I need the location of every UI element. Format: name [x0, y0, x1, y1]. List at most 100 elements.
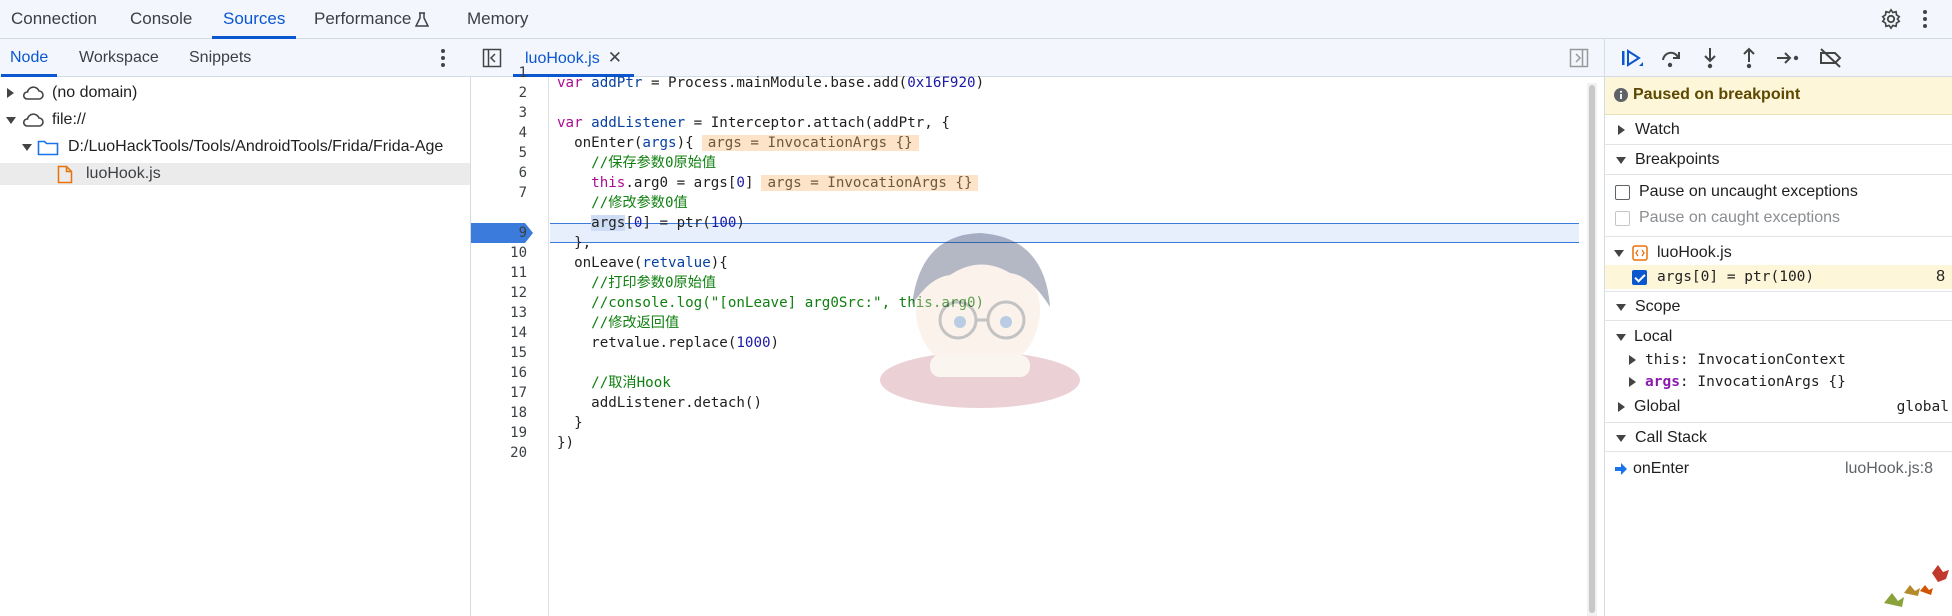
scope-var-args[interactable]: args: InvocationArgs {}	[1605, 370, 1952, 394]
section-title: Call Stack	[1635, 429, 1708, 446]
line-number[interactable]: 13	[471, 303, 527, 323]
step-icon[interactable]	[1775, 46, 1801, 70]
step-out-icon[interactable]	[1736, 46, 1762, 70]
editor-tab-luohook[interactable]: luoHook.js ✕	[513, 39, 634, 77]
line-number[interactable]: 2	[471, 83, 527, 103]
line-number[interactable]: 16	[471, 363, 527, 383]
section-title: Watch	[1635, 121, 1680, 138]
deactivate-breakpoints-icon[interactable]	[1818, 46, 1844, 70]
watch-section-header[interactable]: Watch	[1605, 115, 1952, 145]
close-tab-icon[interactable]: ✕	[608, 48, 622, 67]
editor-scrollbar-thumb[interactable]	[1589, 85, 1595, 613]
pause-caught-checkbox[interactable]	[1615, 211, 1630, 226]
pause-uncaught-option[interactable]: Pause on uncaught exceptions	[1605, 180, 1952, 204]
line-number[interactable]: 17	[471, 383, 527, 403]
panel-tab-bar: Connection Console Sources Performance M…	[0, 0, 1952, 39]
line-number[interactable]: 10	[471, 243, 527, 263]
tab-performance[interactable]: Performance	[303, 0, 440, 38]
line-number[interactable]: 14	[471, 323, 527, 343]
expand-arrow-icon[interactable]	[7, 88, 14, 98]
code-line: onLeave(retvalue){	[557, 255, 728, 271]
tree-label: D:/LuoHackTools/Tools/AndroidTools/Frida…	[68, 138, 444, 155]
line-number[interactable]: 7	[471, 183, 527, 203]
tab-sources[interactable]: Sources	[212, 0, 297, 39]
nav-tab-workspace[interactable]: Workspace	[70, 39, 168, 76]
code-line: var addPtr = Process.mainModule.base.add…	[557, 75, 985, 91]
cloud-icon	[22, 113, 44, 127]
breakpoint-file-name: luoHook.js	[1657, 244, 1732, 261]
navigator-more-icon[interactable]	[440, 48, 446, 68]
pause-uncaught-checkbox[interactable]	[1615, 185, 1630, 200]
pause-caught-option[interactable]: Pause on caught exceptions	[1605, 206, 1952, 230]
scope-label: Local	[1634, 328, 1673, 345]
line-number[interactable]: 4	[471, 123, 527, 143]
step-over-icon[interactable]	[1658, 46, 1684, 70]
line-number[interactable]: 11	[471, 263, 527, 283]
collapse-arrow-icon[interactable]	[22, 144, 32, 151]
line-number[interactable]: 12	[471, 283, 527, 303]
nav-tab-label: Node	[10, 49, 49, 66]
scope-var-this[interactable]: this: InvocationContext	[1605, 348, 1952, 372]
scope-global[interactable]: Global global	[1605, 395, 1952, 419]
expand-arrow-icon	[1629, 377, 1636, 387]
code-comment: //保存参数0原始值	[557, 155, 717, 171]
call-stack-section-header[interactable]: Call Stack	[1605, 422, 1952, 452]
file-icon	[57, 165, 73, 184]
collapse-arrow-icon[interactable]	[6, 117, 16, 124]
tab-label: Sources	[223, 9, 286, 28]
editor-tab-bar: luoHook.js ✕	[471, 39, 1604, 77]
info-icon	[1614, 88, 1628, 102]
folder-icon	[37, 140, 59, 156]
breakpoints-section-header[interactable]: Breakpoints	[1605, 145, 1952, 175]
line-number[interactable]: 1	[471, 63, 527, 83]
scope-local[interactable]: Local	[1605, 325, 1952, 349]
code-line: var addListener = Interceptor.attach(add…	[557, 115, 950, 131]
section-title: Breakpoints	[1635, 151, 1720, 168]
tab-memory[interactable]: Memory	[456, 0, 539, 38]
code-line-current: args[0] = ptr(100)	[591, 215, 745, 231]
tab-label: Memory	[467, 9, 529, 28]
line-number[interactable]: 19	[471, 423, 527, 443]
scope-label: Global	[1634, 398, 1681, 415]
line-number[interactable]: 15	[471, 343, 527, 363]
line-number[interactable]: 8	[471, 203, 527, 223]
toggle-debugger-icon[interactable]	[1569, 48, 1589, 68]
breakpoint-enabled-checkbox[interactable]	[1632, 270, 1647, 285]
tree-item-file-origin[interactable]: file://	[0, 109, 470, 131]
resume-icon[interactable]	[1619, 46, 1645, 70]
debugger-toolbar	[1605, 39, 1952, 77]
collapse-arrow-icon	[1614, 250, 1624, 257]
line-number[interactable]: 6	[471, 163, 527, 183]
scope-section-header[interactable]: Scope	[1605, 291, 1952, 321]
step-into-icon[interactable]	[1697, 46, 1723, 70]
variable-name: this	[1645, 352, 1680, 368]
tab-connection[interactable]: Connection	[0, 0, 108, 38]
call-frame-onenter[interactable]: onEnter luoHook.js:8	[1605, 457, 1952, 481]
collapse-arrow-icon	[1616, 435, 1626, 442]
call-frame-location[interactable]: luoHook.js:8	[1845, 457, 1933, 481]
breakpoint-entry[interactable]: args[0] = ptr(100) 8	[1605, 265, 1952, 289]
line-number[interactable]: 3	[471, 103, 527, 123]
variable-value: InvocationArgs {}	[1697, 374, 1846, 390]
tab-console[interactable]: Console	[119, 0, 203, 38]
settings-gear-icon[interactable]	[1880, 8, 1902, 30]
tree-item-folder[interactable]: D:/LuoHackTools/Tools/AndroidTools/Frida…	[0, 136, 470, 158]
tree-item-no-domain[interactable]: (no domain)	[0, 82, 470, 104]
breakpoint-file-group[interactable]: luoHook.js	[1605, 241, 1952, 265]
variable-name: args	[1645, 374, 1680, 390]
nav-tab-snippets[interactable]: Snippets	[180, 39, 260, 76]
debugger-sidebar: Paused on breakpoint Watch Breakpoints P…	[1604, 39, 1952, 616]
line-number[interactable]: 20	[471, 443, 527, 463]
navigator-tabs: Node Workspace Snippets	[0, 39, 471, 77]
line-number[interactable]: 18	[471, 403, 527, 423]
collapse-arrow-icon	[1616, 334, 1626, 341]
line-number[interactable]: 5	[471, 143, 527, 163]
more-options-icon[interactable]	[1922, 8, 1928, 30]
paused-status-text: Paused on breakpoint	[1633, 86, 1801, 103]
code-comment: //取消Hook	[557, 375, 671, 391]
line-number[interactable]: 9	[471, 223, 527, 243]
experiment-flask-icon	[415, 11, 430, 27]
editor-tab-label: luoHook.js	[525, 50, 600, 67]
tree-item-luohook-js[interactable]: luoHook.js	[0, 163, 470, 185]
nav-tab-node[interactable]: Node	[1, 39, 58, 77]
